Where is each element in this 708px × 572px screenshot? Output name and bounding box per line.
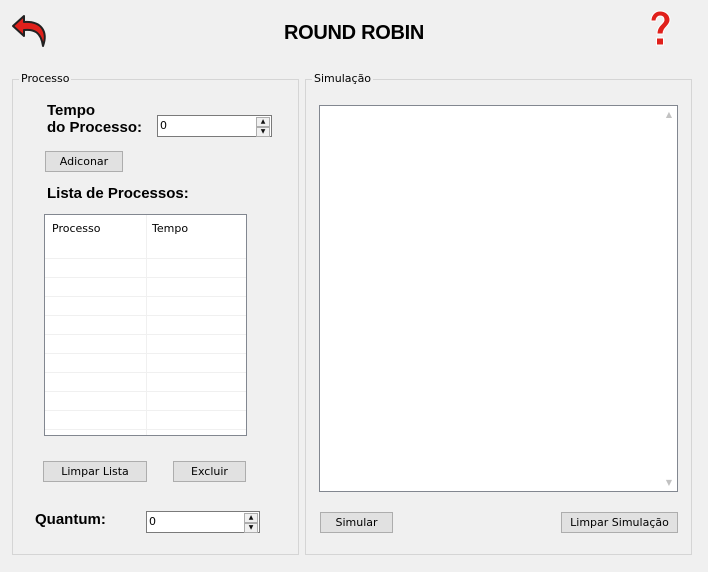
tempo-down-button[interactable]: ▼: [256, 127, 270, 137]
process-list-title: Lista de Processos:: [47, 185, 189, 202]
tempo-label: Tempo do Processo:: [47, 102, 142, 136]
scroll-up-arrow-icon[interactable]: ▲: [666, 110, 672, 119]
table-row-line: [45, 391, 246, 392]
add-process-button[interactable]: Adiconar: [45, 151, 123, 172]
scroll-down-arrow-icon[interactable]: ▼: [666, 478, 672, 487]
simulate-button[interactable]: Simular: [320, 512, 393, 533]
delete-button[interactable]: Excluir: [173, 461, 246, 482]
column-separator: [146, 215, 147, 435]
table-row-line: [45, 334, 246, 335]
quantum-spinner[interactable]: 0 ▲ ▼: [146, 511, 260, 533]
quantum-value: 0: [149, 515, 156, 528]
processo-legend: Processo: [19, 72, 72, 85]
column-header-tempo[interactable]: Tempo: [152, 222, 188, 235]
tempo-up-button[interactable]: ▲: [256, 117, 270, 127]
tempo-label-line2: do Processo:: [47, 119, 143, 136]
quantum-up-button[interactable]: ▲: [244, 513, 258, 523]
table-row-line: [45, 410, 246, 411]
clear-simulation-button[interactable]: Limpar Simulação: [561, 512, 678, 533]
help-question-icon[interactable]: [642, 10, 678, 50]
table-row-line: [45, 258, 246, 259]
table-row-line: [45, 315, 246, 316]
table-row-line: [45, 353, 246, 354]
quantum-label: Quantum:: [35, 511, 106, 528]
process-list[interactable]: Processo Tempo: [44, 214, 247, 436]
tempo-spinner[interactable]: 0 ▲ ▼: [157, 115, 272, 137]
table-row-line: [45, 429, 246, 430]
table-row-line: [45, 296, 246, 297]
page-title: ROUND ROBIN: [283, 22, 425, 44]
table-row-line: [45, 372, 246, 373]
simulacao-legend: Simulação: [312, 72, 374, 85]
table-row-line: [45, 277, 246, 278]
simulation-output[interactable]: ▲ ▼: [319, 105, 678, 492]
quantum-down-button[interactable]: ▼: [244, 523, 258, 533]
clear-list-button[interactable]: Limpar Lista: [43, 461, 147, 482]
tempo-label-line1: Tempo: [47, 102, 96, 119]
tempo-value: 0: [160, 119, 167, 132]
column-header-processo[interactable]: Processo: [52, 222, 100, 235]
